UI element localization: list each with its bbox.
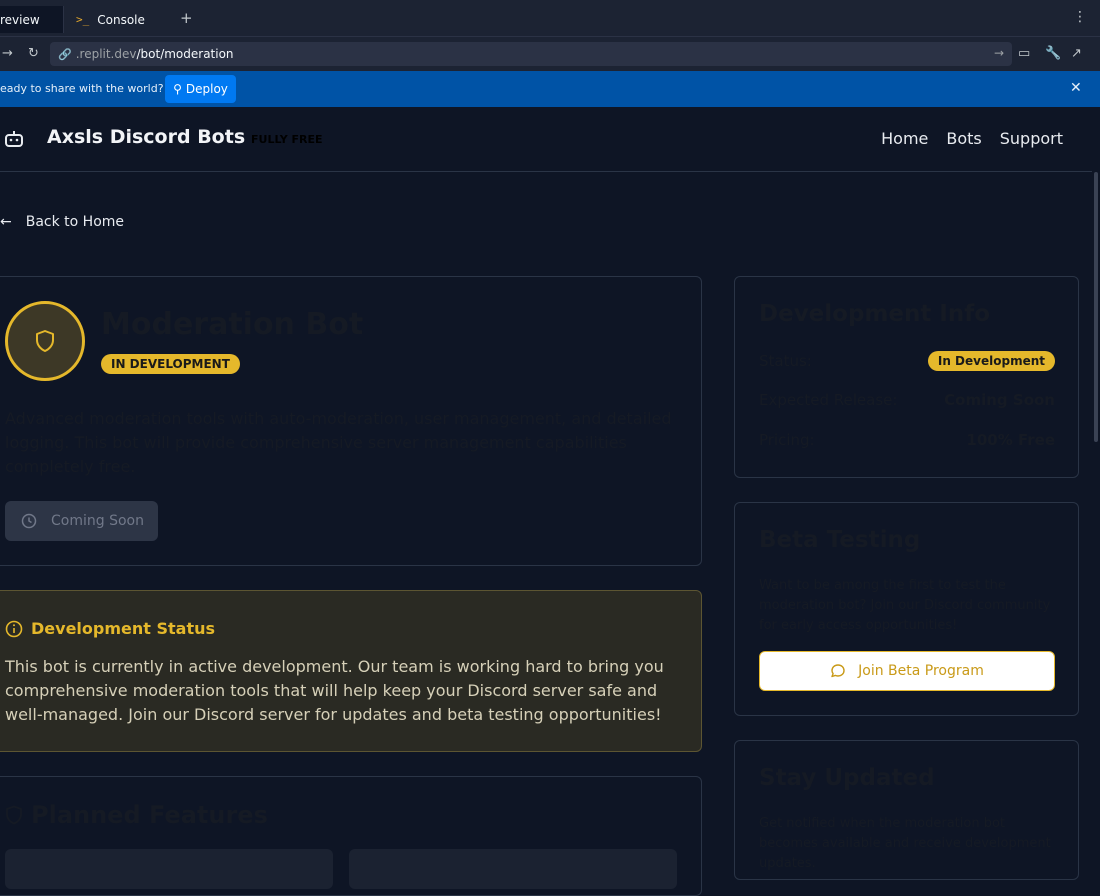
bot-avatar bbox=[5, 301, 85, 381]
feature-card bbox=[349, 849, 677, 889]
info-label: Status: bbox=[759, 352, 812, 370]
nav-bots[interactable]: Bots bbox=[946, 129, 981, 148]
brand-tag: FULLY FREE bbox=[251, 133, 323, 146]
deploy-banner: eady to share with the world? ⚲ Deploy ✕ bbox=[0, 71, 1100, 107]
planned-features-heading: Planned Features bbox=[5, 801, 268, 829]
terminal-icon: >_ bbox=[76, 13, 90, 26]
wrench-icon[interactable]: 🔧 bbox=[1045, 46, 1061, 61]
clock-icon bbox=[21, 513, 37, 529]
beta-testing-text: Want to be among the first to test the m… bbox=[759, 578, 1051, 633]
address-input[interactable]: 🔗 .replit.dev/bot/moderation → bbox=[50, 42, 1012, 66]
join-beta-label: Join Beta Program bbox=[858, 663, 984, 679]
back-link-label: Back to Home bbox=[25, 214, 125, 230]
close-icon[interactable]: ✕ bbox=[1070, 80, 1082, 96]
beta-testing-title: Beta Testing bbox=[759, 527, 921, 553]
robot-icon bbox=[5, 131, 23, 147]
development-info-card: Development Info Status: In Development … bbox=[734, 276, 1079, 478]
nav-home[interactable]: Home bbox=[881, 129, 928, 148]
info-label: Expected Release: bbox=[759, 391, 898, 409]
status-badge: IN DEVELOPMENT bbox=[101, 354, 240, 374]
development-status-body: This bot is currently in active developm… bbox=[5, 657, 664, 724]
url-bar: → ↻ 🔗 .replit.dev/bot/moderation → ▭ 🔧 ↗ bbox=[0, 37, 1100, 71]
back-to-home-link[interactable]: ← Back to Home bbox=[0, 214, 124, 230]
coming-soon-button[interactable]: Coming Soon bbox=[5, 501, 158, 541]
tab-console[interactable]: >_ Console bbox=[68, 6, 172, 33]
stay-updated-text: Get notified when the moderation bot bec… bbox=[759, 816, 1051, 871]
brand-title[interactable]: Axsls Discord Bots bbox=[47, 126, 245, 148]
shield-icon bbox=[6, 805, 22, 825]
banner-text: eady to share with the world? bbox=[0, 82, 164, 95]
external-link-icon[interactable]: ↗ bbox=[1071, 46, 1082, 61]
refresh-icon[interactable]: ↻ bbox=[28, 46, 39, 61]
message-circle-icon bbox=[831, 664, 845, 678]
new-tab-icon[interactable]: + bbox=[180, 9, 193, 27]
stay-updated-title: Stay Updated bbox=[759, 765, 935, 791]
feature-card bbox=[5, 849, 333, 889]
development-status-title: Development Status bbox=[31, 619, 216, 638]
development-info-title: Development Info bbox=[759, 301, 991, 327]
site-header: Axsls Discord Bots FULLY FREE Home Bots … bbox=[0, 107, 1092, 172]
main-nav: Home Bots Support bbox=[881, 129, 1063, 148]
url-host: .replit.dev bbox=[75, 47, 137, 61]
planned-features-card: Planned Features bbox=[0, 776, 702, 896]
shield-icon bbox=[36, 330, 54, 352]
scrollbar-thumb[interactable] bbox=[1094, 172, 1098, 442]
url-path: /bot/moderation bbox=[136, 47, 234, 61]
devices-icon[interactable]: ▭ bbox=[1018, 46, 1030, 61]
bot-title: Moderation Bot bbox=[101, 307, 364, 342]
deploy-button[interactable]: ⚲ Deploy bbox=[165, 75, 236, 103]
tab-console-label: Console bbox=[97, 12, 145, 27]
deploy-label: Deploy bbox=[185, 82, 228, 96]
browser-tab-bar: review >_ Console + ⋮ bbox=[0, 0, 1100, 37]
info-row-pricing: Pricing: 100% Free bbox=[759, 431, 1055, 449]
kebab-menu-icon[interactable]: ⋮ bbox=[1073, 9, 1087, 25]
link-icon: 🔗 bbox=[58, 47, 72, 61]
bot-description: Advanced moderation tools with auto-mode… bbox=[5, 409, 672, 476]
join-beta-button[interactable]: Join Beta Program bbox=[759, 651, 1055, 691]
bot-overview-card: Moderation Bot IN DEVELOPMENT Advanced m… bbox=[0, 276, 702, 566]
info-row-status: Status: In Development bbox=[759, 351, 1055, 371]
development-status-card: Development Status This bot is currently… bbox=[0, 590, 702, 752]
tab-preview[interactable]: review bbox=[0, 6, 64, 33]
info-icon bbox=[5, 620, 23, 637]
forward-icon[interactable]: → bbox=[2, 46, 13, 61]
beta-testing-card: Beta Testing Want to be among the first … bbox=[734, 502, 1079, 716]
info-row-release: Expected Release: Coming Soon bbox=[759, 391, 1055, 409]
status-badge: In Development bbox=[927, 351, 1055, 371]
tab-preview-label: review bbox=[0, 12, 40, 27]
development-status-heading: Development Status bbox=[5, 619, 215, 638]
coming-soon-label: Coming Soon bbox=[51, 513, 144, 529]
go-arrow-icon[interactable]: → bbox=[994, 46, 1004, 60]
planned-features-title: Planned Features bbox=[31, 801, 268, 829]
nav-support[interactable]: Support bbox=[1000, 129, 1063, 148]
info-value: Coming Soon bbox=[944, 391, 1055, 409]
stay-updated-card: Stay Updated Get notified when the moder… bbox=[734, 740, 1079, 880]
info-value: 100% Free bbox=[966, 431, 1055, 449]
pin-icon: ⚲ bbox=[173, 82, 182, 96]
info-label: Pricing: bbox=[759, 431, 815, 449]
arrow-left-icon: ← bbox=[0, 214, 12, 230]
